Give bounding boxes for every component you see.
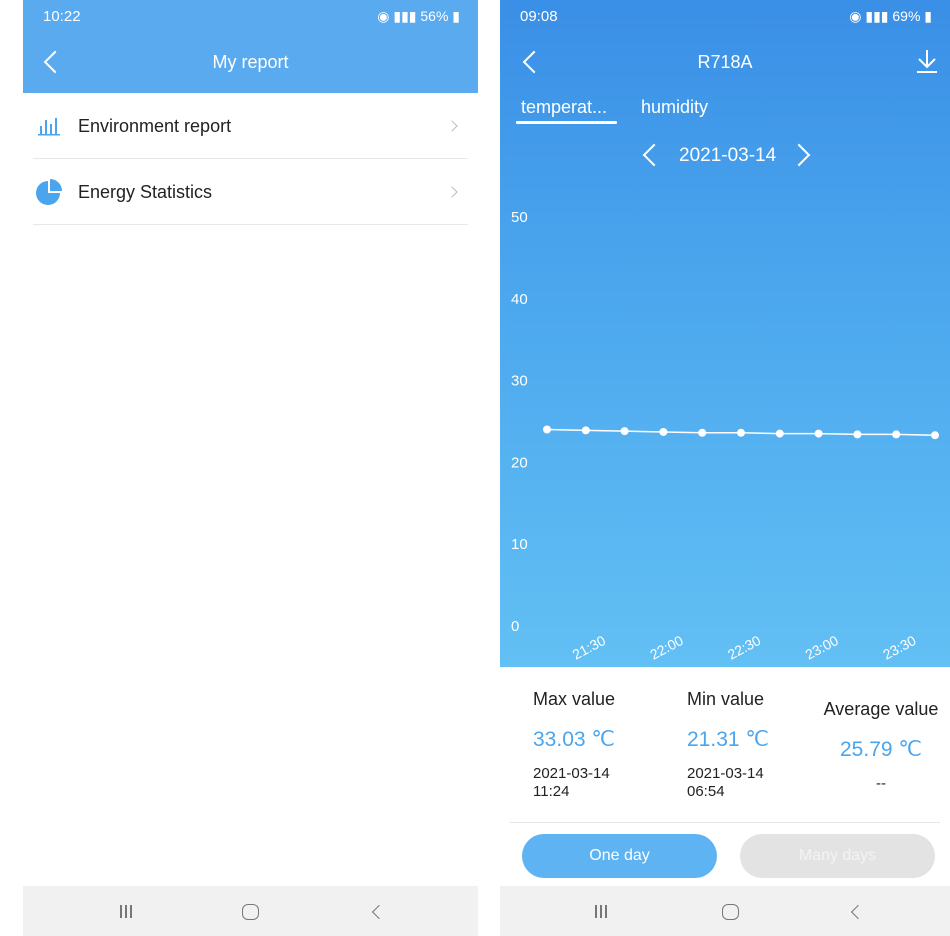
recent-apps-icon[interactable]: [595, 905, 609, 919]
active-tab-indicator: [516, 121, 617, 124]
current-date: 2021-03-14: [679, 145, 777, 166]
average-value-stat: Average value 25.79 ℃ --: [821, 699, 941, 793]
next-day-icon[interactable]: [787, 143, 811, 167]
chevron-right-icon: [446, 120, 458, 132]
data-point[interactable]: [814, 429, 823, 438]
menu-item-energy-statistics[interactable]: Energy Statistics: [33, 159, 468, 225]
max-value-reading: 33.03 ℃: [533, 728, 615, 751]
data-point[interactable]: [737, 428, 745, 437]
min-value-stat: Min value 21.31 ℃ 2021-03-14 06:54: [687, 689, 769, 801]
page-title: R718A: [697, 52, 753, 72]
menu-item-label: Energy Statistics: [78, 182, 213, 202]
x-tick-label: 22:30: [725, 632, 764, 663]
y-tick-label: 10: [511, 536, 528, 553]
one-day-button[interactable]: One day: [522, 834, 717, 878]
average-value-label: Average value: [823, 699, 939, 719]
data-point[interactable]: [775, 429, 784, 438]
max-value-date: 2021-03-14: [533, 765, 610, 782]
nav-back-icon[interactable]: [371, 904, 387, 920]
right-phone-screen: 09:08 ◉ ▮▮▮ 69% ▮ R718A temperat... humi…: [500, 0, 950, 936]
divider: [510, 822, 940, 823]
pie-chart-icon: [36, 179, 62, 205]
min-value-label: Min value: [687, 689, 765, 709]
temperature-line-chart: 0 10 20 30 40 50 21:30 22:00 22:30 23:00 23:30: [511, 209, 939, 663]
system-nav-bar: [500, 886, 950, 936]
tab-humidity[interactable]: humidity: [641, 97, 708, 118]
y-tick-label: 30: [511, 373, 528, 390]
status-bar: 10:22 ◉ ▮▮▮ 56% ▮: [23, 0, 478, 30]
many-days-button[interactable]: Many days: [740, 834, 935, 878]
average-value-reading: 25.79 ℃: [840, 738, 922, 761]
chevron-right-icon: [446, 186, 458, 198]
menu-item-label: Environment report: [78, 116, 232, 136]
page-title: My report: [212, 52, 289, 72]
menu-item-environment-report[interactable]: Environment report: [33, 93, 468, 159]
x-tick-label: 22:00: [647, 632, 686, 663]
data-point[interactable]: [853, 430, 862, 439]
status-battery: ◉ ▮▮▮ 56% ▮: [377, 8, 460, 24]
data-point[interactable]: [698, 428, 707, 437]
min-value-date: 2021-03-14: [687, 765, 764, 782]
data-point[interactable]: [620, 427, 629, 436]
status-bar: 09:08 ◉ ▮▮▮ 69% ▮: [500, 0, 950, 30]
max-value-label: Max value: [533, 689, 616, 709]
status-time: 10:22: [43, 8, 81, 25]
data-point[interactable]: [931, 431, 939, 440]
tab-temperature[interactable]: temperat...: [521, 97, 607, 118]
chart-panel: 09:08 ◉ ▮▮▮ 69% ▮ R718A temperat... humi…: [500, 0, 950, 667]
bar-chart-icon: [38, 118, 60, 136]
system-nav-bar: [23, 886, 478, 936]
x-tick-label: 23:30: [880, 632, 919, 663]
data-point[interactable]: [892, 430, 901, 439]
y-tick-label: 50: [511, 209, 528, 226]
x-tick-label: 21:30: [570, 632, 609, 663]
data-point[interactable]: [659, 427, 668, 436]
average-value-time: --: [876, 775, 886, 792]
battery-level: 69%: [892, 8, 921, 24]
home-icon[interactable]: [242, 904, 259, 920]
recent-apps-icon[interactable]: [120, 905, 134, 919]
battery-level: 56%: [420, 8, 449, 24]
y-tick-label: 0: [511, 618, 519, 635]
nav-back-icon[interactable]: [850, 904, 866, 920]
min-value-time: 2021-03-14 06:54: [687, 765, 769, 801]
data-point[interactable]: [581, 426, 590, 435]
status-battery: ◉ ▮▮▮ 69% ▮: [849, 8, 932, 24]
data-point[interactable]: [543, 425, 551, 434]
status-time: 09:08: [520, 8, 558, 25]
left-phone-screen: 10:22 ◉ ▮▮▮ 56% ▮ My report Environment …: [23, 0, 478, 936]
x-tick-label: 23:00: [802, 632, 841, 663]
max-value-stat: Max value 33.03 ℃ 2021-03-14 11:24: [533, 689, 615, 801]
y-tick-label: 20: [511, 454, 528, 471]
min-value-clock: 06:54: [687, 783, 725, 800]
min-value-reading: 21.31 ℃: [687, 728, 769, 751]
previous-day-icon[interactable]: [642, 143, 666, 167]
date-selector: 2021-03-14: [500, 143, 950, 173]
app-header: 10:22 ◉ ▮▮▮ 56% ▮ My report: [23, 0, 478, 93]
home-icon[interactable]: [722, 904, 739, 920]
max-value-clock: 11:24: [533, 783, 570, 800]
y-tick-label: 40: [511, 291, 528, 308]
max-value-time: 2021-03-14 11:24: [533, 765, 615, 801]
download-icon[interactable]: [916, 48, 938, 74]
